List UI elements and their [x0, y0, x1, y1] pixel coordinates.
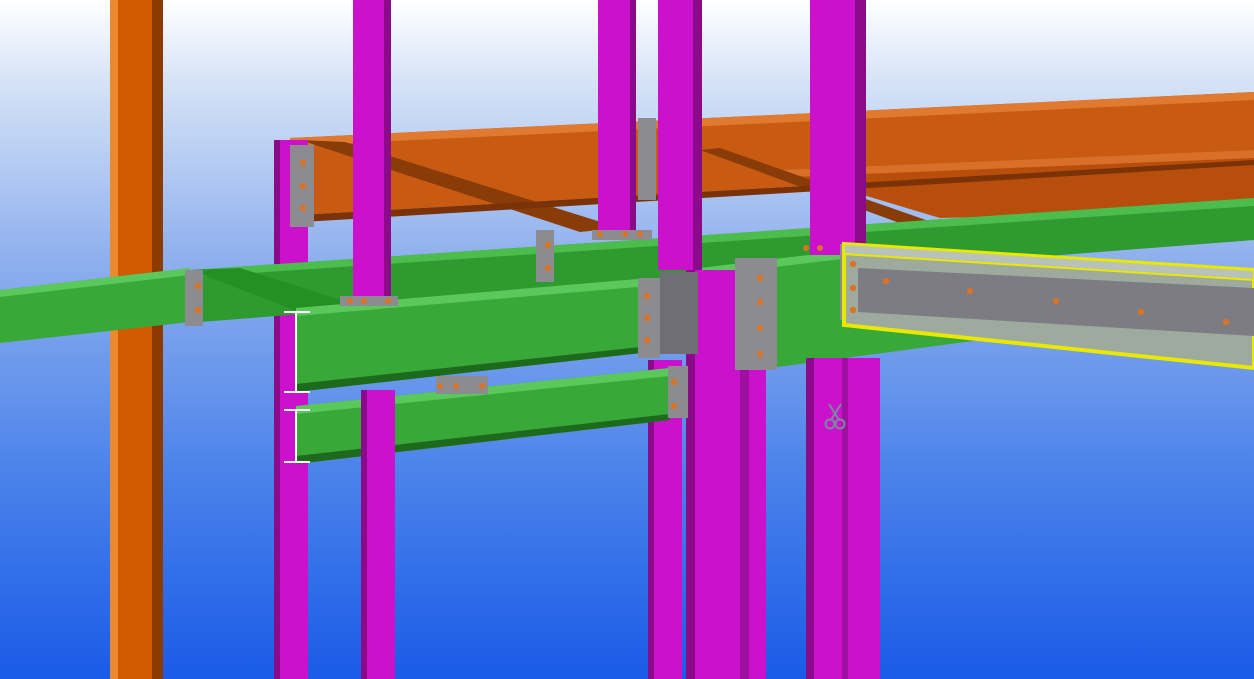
end-plate-2[interactable] [185, 270, 203, 326]
steel-structure-model[interactable] [0, 0, 1254, 679]
scissors-icon [822, 402, 850, 432]
end-plate-5[interactable] [735, 258, 777, 370]
end-plate-6[interactable] [668, 366, 688, 418]
column-web-plate[interactable] [660, 272, 698, 354]
model-3d-viewport[interactable] [0, 0, 1254, 679]
end-plate-3[interactable] [536, 230, 554, 282]
end-plate-8[interactable] [638, 118, 656, 200]
pipe-column[interactable] [110, 0, 163, 679]
